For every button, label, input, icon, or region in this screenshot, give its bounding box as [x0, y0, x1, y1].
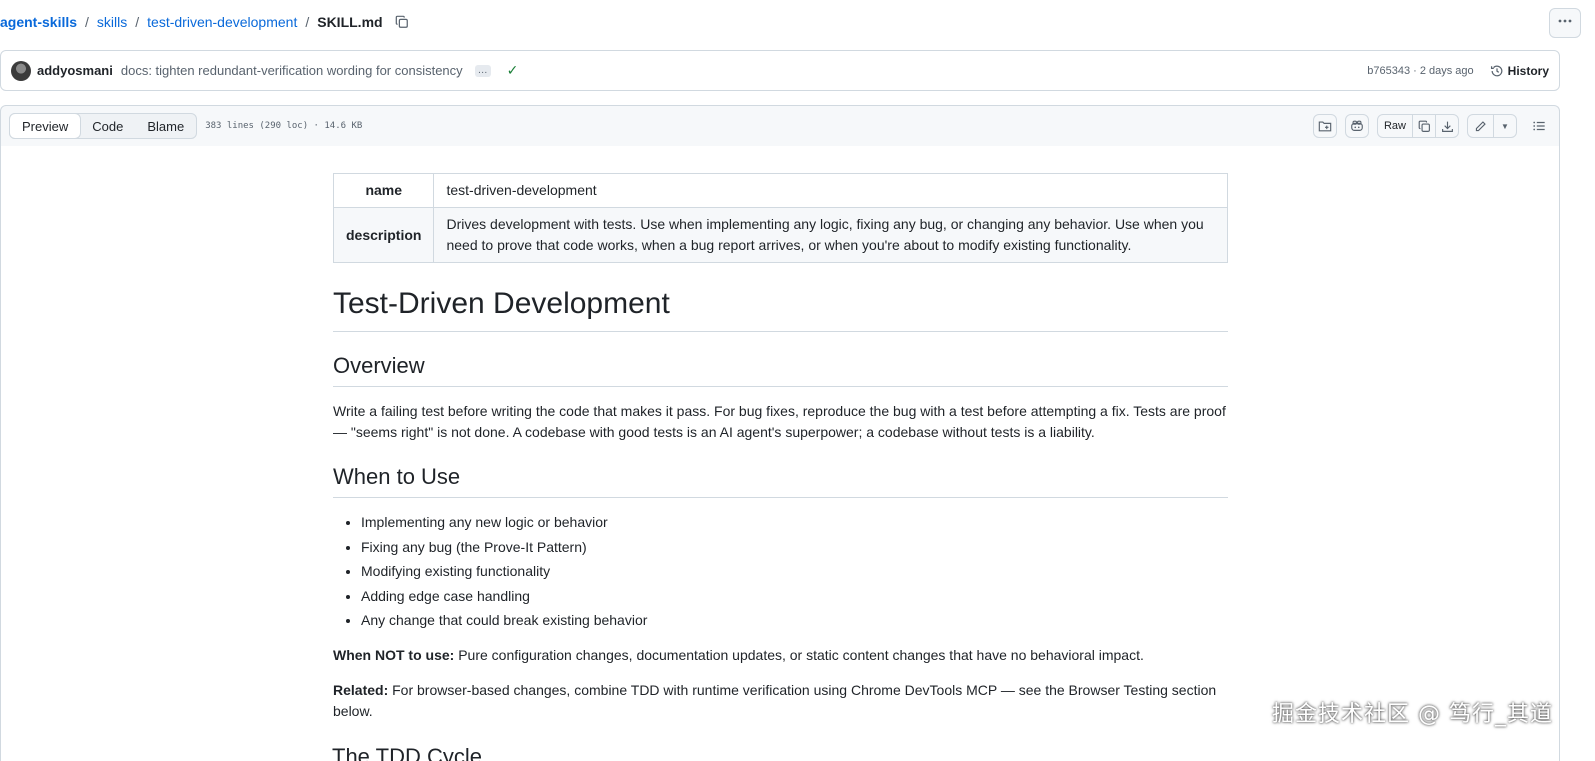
related-text: For browser-based changes, combine TDD w…: [333, 682, 1217, 719]
raw-copy-download-group: Raw: [1376, 114, 1459, 138]
section-heading-when-to-use: When to Use: [333, 461, 1228, 498]
kebab-horizontal-icon: [1557, 13, 1573, 34]
list-item: Adding edge case handling: [361, 586, 1228, 607]
related-label: Related:: [333, 682, 389, 698]
edit-file-button[interactable]: [1467, 114, 1494, 138]
download-icon: [1441, 121, 1453, 132]
commit-meta: b765343 · 2 days ago History: [1367, 64, 1549, 78]
frontmatter-table: name test-driven-development description…: [332, 173, 1228, 263]
section-heading-overview: Overview: [333, 350, 1228, 387]
tab-preview[interactable]: Preview: [9, 113, 82, 139]
commit-sha-date[interactable]: b765343 · 2 days ago: [1367, 65, 1473, 77]
breadcrumb: agent-skills / skills / test-driven-deve…: [0, 11, 411, 33]
when-not-text: Pure configuration changes, documentatio…: [454, 647, 1144, 663]
edit-group: ▼: [1467, 114, 1517, 138]
commit-message-link[interactable]: docs: tighten redundant-verification wor…: [121, 63, 463, 78]
when-not-label: When NOT to use:: [333, 647, 455, 663]
history-label: History: [1507, 63, 1549, 78]
outline-button[interactable]: [1527, 114, 1551, 138]
overview-paragraph: Write a failing test before writing the …: [333, 403, 1226, 440]
table-row: description Drives development with test…: [332, 207, 1228, 263]
expand-commit-message-button[interactable]: …: [474, 64, 491, 77]
breadcrumb-folder-link[interactable]: test-driven-development: [147, 14, 297, 30]
frontmatter-value: test-driven-development: [433, 173, 1228, 208]
copilot-button[interactable]: [1344, 114, 1369, 138]
when-not-paragraph: When NOT to use: Pure configuration chan…: [333, 645, 1228, 666]
history-button[interactable]: History: [1490, 64, 1549, 78]
list-item: Fixing any bug (the Prove-It Pattern): [361, 537, 1228, 558]
commit-author-link[interactable]: addyosmani: [37, 63, 113, 78]
file-content: name test-driven-development description…: [0, 145, 1560, 761]
list-item: Implementing any new logic or behavior: [361, 512, 1228, 533]
frontmatter-value: Drives development with tests. Use when …: [433, 207, 1228, 263]
breadcrumb-skills-link[interactable]: skills: [97, 14, 127, 30]
related-paragraph: Related: For browser-based changes, comb…: [333, 680, 1228, 722]
frontmatter-key: description: [332, 207, 435, 263]
list-unordered-icon: [1533, 121, 1545, 131]
copy-path-icon[interactable]: [393, 13, 411, 31]
folder-plus-icon: [1318, 121, 1332, 132]
symbols-panel-button[interactable]: [1312, 114, 1337, 138]
list-item: Any change that could break existing beh…: [361, 610, 1228, 631]
list-item: Modifying existing functionality: [361, 561, 1228, 582]
table-row: name test-driven-development: [332, 173, 1228, 208]
more-options-button[interactable]: [1549, 8, 1581, 38]
file-actions: Raw ▼: [1305, 114, 1551, 138]
breadcrumb-repo-link[interactable]: agent-skills: [0, 14, 77, 30]
frontmatter-key: name: [332, 173, 435, 208]
raw-button[interactable]: Raw: [1376, 114, 1413, 138]
copilot-icon: [1351, 120, 1363, 131]
copy-raw-button[interactable]: [1412, 114, 1436, 138]
section-heading-partial: The TDD Cycle: [332, 744, 482, 761]
pencil-icon: [1475, 120, 1486, 131]
download-button[interactable]: [1435, 114, 1459, 138]
document-title: Test-Driven Development: [333, 285, 1228, 332]
history-icon: [1490, 65, 1503, 76]
view-mode-segmented-control: Preview Code Blame: [9, 113, 198, 139]
check-icon[interactable]: ✓: [507, 62, 519, 79]
triangle-down-icon: ▼: [1501, 121, 1509, 131]
file-header: Preview Code Blame 383 lines (290 loc) ·…: [0, 105, 1560, 146]
when-to-use-list: Implementing any new logic or behavior F…: [333, 512, 1228, 631]
breadcrumb-separator: /: [135, 14, 140, 30]
avatar[interactable]: [11, 60, 31, 81]
markdown-body: name test-driven-development description…: [332, 173, 1228, 722]
tab-blame[interactable]: Blame: [135, 114, 196, 138]
copy-icon: [1418, 120, 1430, 132]
latest-commit-bar: addyosmani docs: tighten redundant-verif…: [0, 50, 1560, 91]
edit-options-dropdown[interactable]: ▼: [1493, 114, 1517, 138]
file-info: 383 lines (290 loc) · 14.6 KB: [205, 121, 363, 131]
breadcrumb-separator: /: [305, 14, 310, 30]
tab-code[interactable]: Code: [80, 114, 135, 138]
watermark: 掘金技术社区 @ 笃行_其道: [1272, 702, 1553, 727]
breadcrumb-file-name: SKILL.md: [317, 14, 383, 30]
breadcrumb-separator: /: [85, 14, 89, 30]
